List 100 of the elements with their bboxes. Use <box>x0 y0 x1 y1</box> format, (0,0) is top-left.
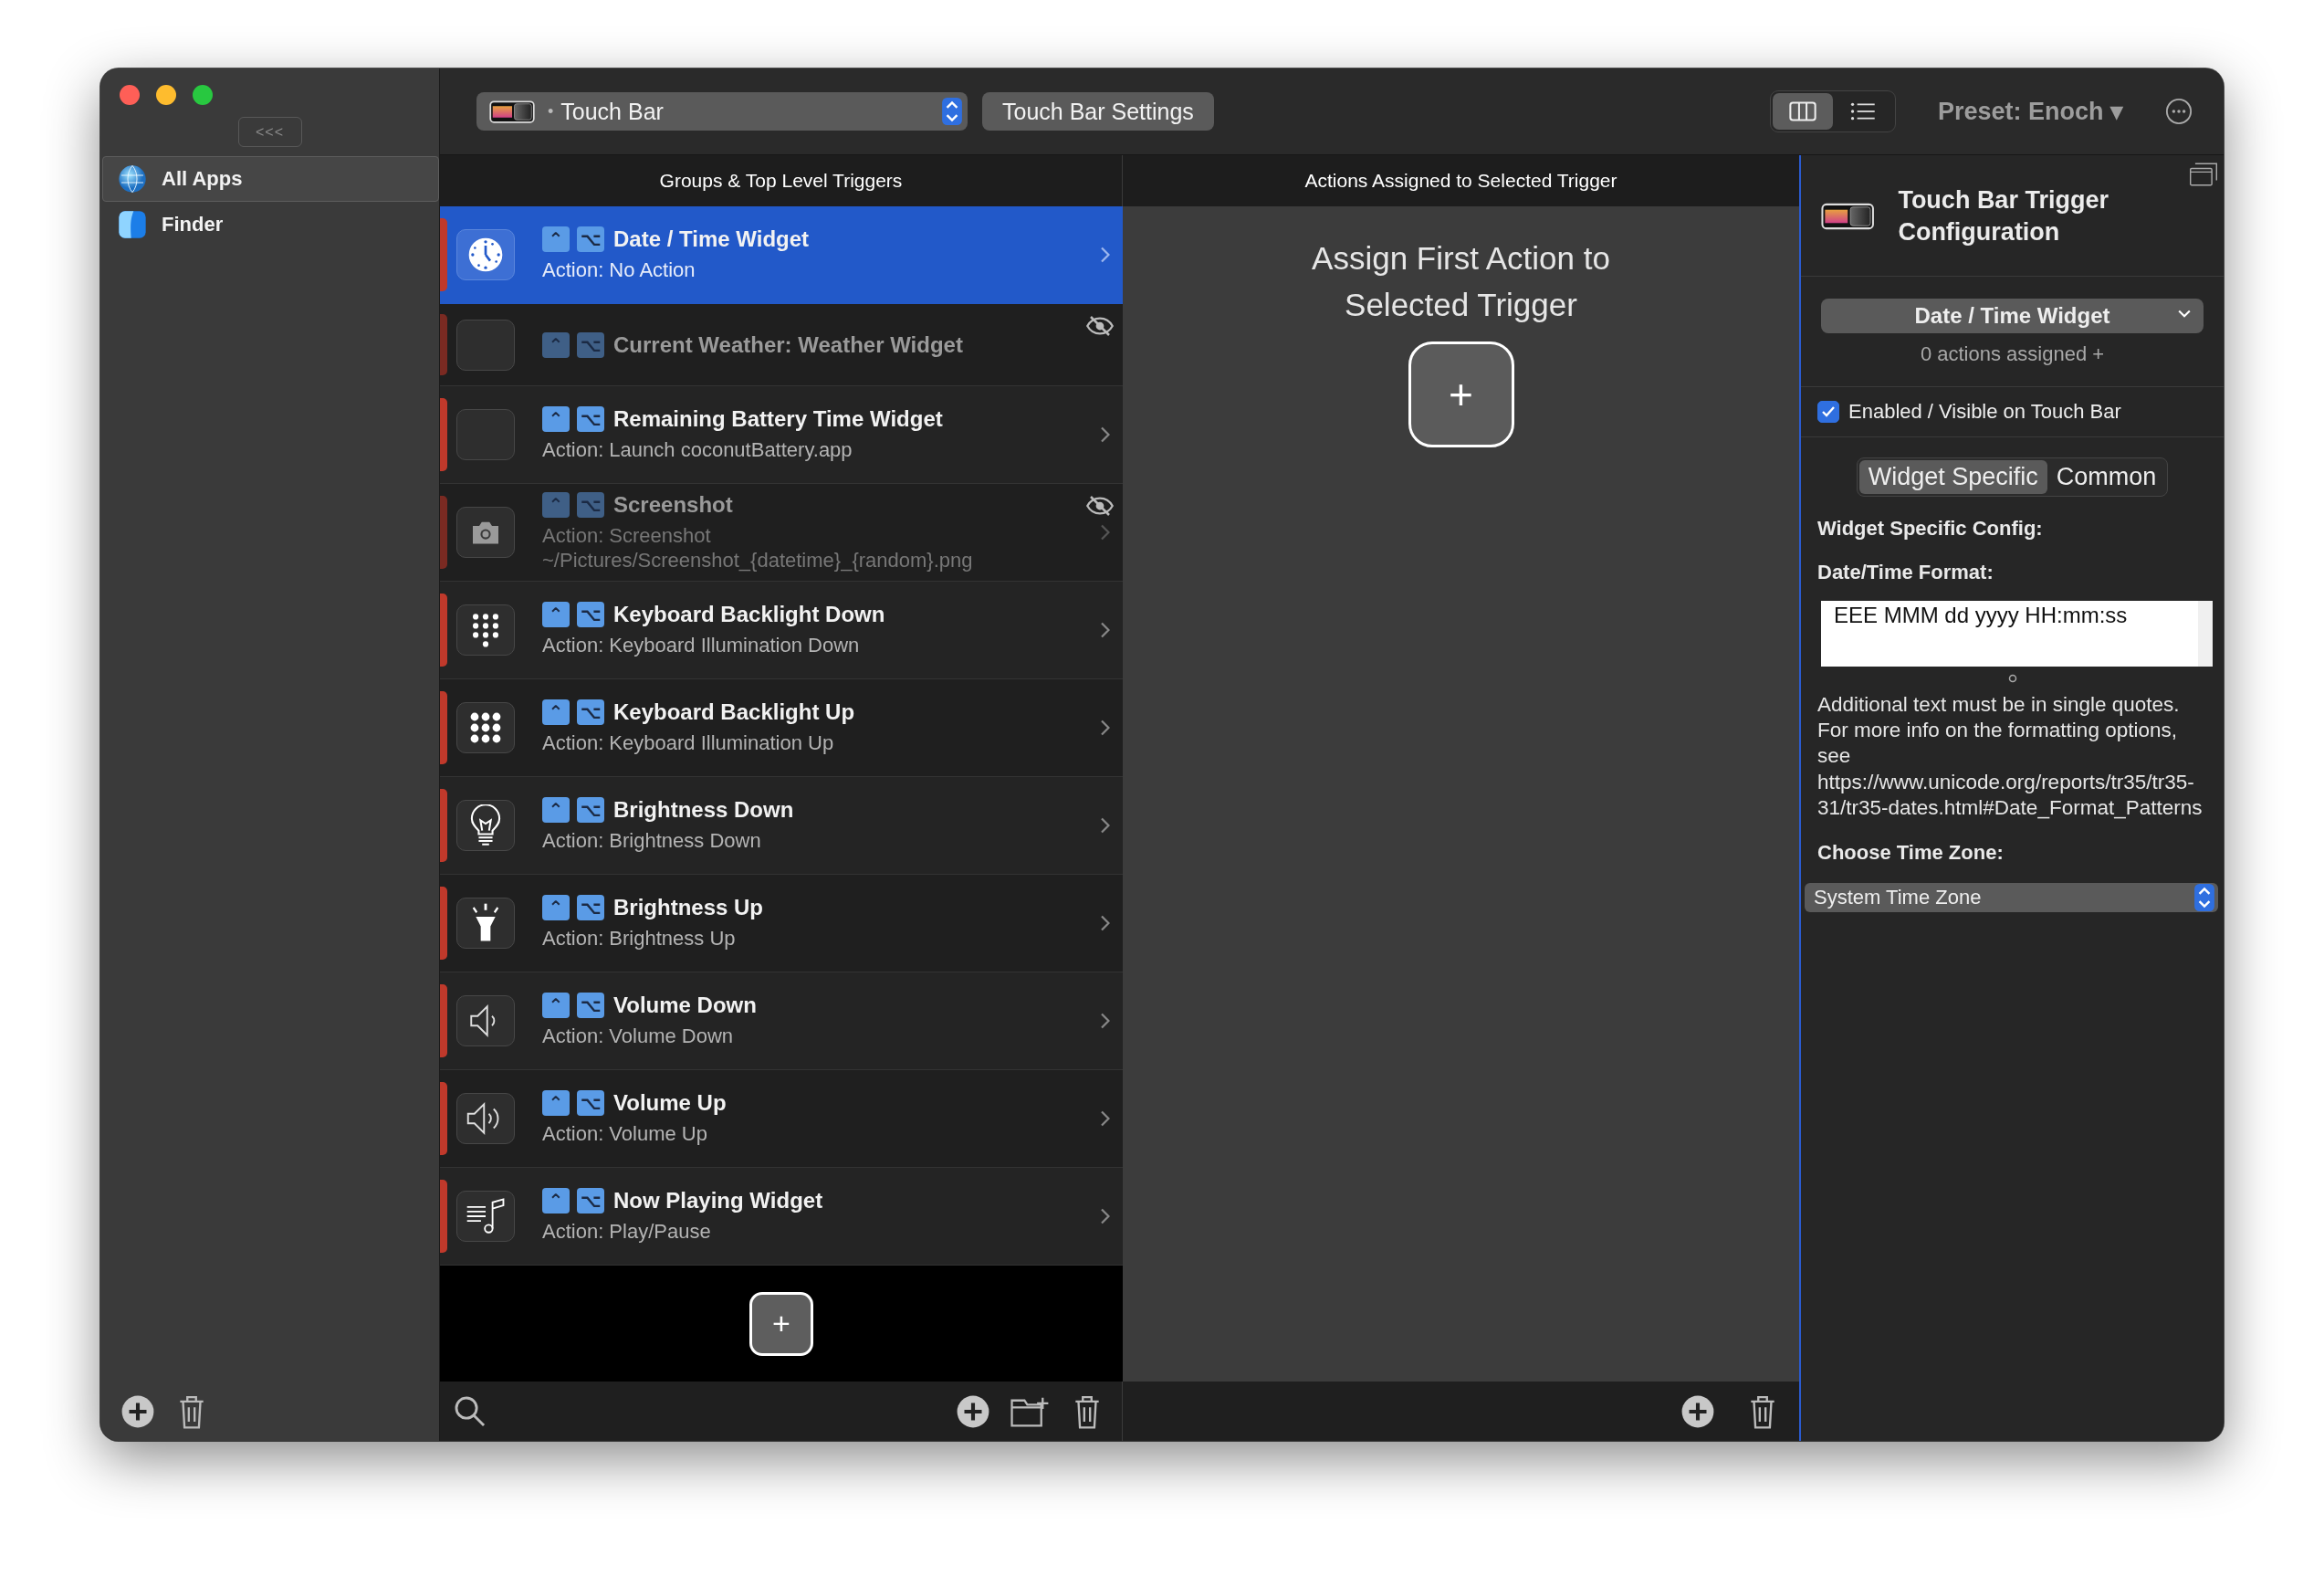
trigger-select[interactable]: Date / Time Widget <box>1821 299 2204 334</box>
chevron-icon <box>1099 720 1110 736</box>
trigger-title: Date / Time Widget <box>613 226 810 253</box>
chevron-icon <box>1099 622 1110 638</box>
section-title: Widget Specific Config: <box>1817 517 2044 541</box>
trigger-action: Action: Keyboard Illumination Up <box>542 730 835 756</box>
date-format-field[interactable]: EEE MMM dd yyyy HH:mm:ss <box>1821 601 2213 667</box>
app-list-item[interactable]: All Apps <box>102 156 439 202</box>
trigger-action: Action: Volume Up <box>542 1121 708 1147</box>
checkbox-label: Enabled / Visible on Touch Bar <box>1848 400 2121 425</box>
field-label: Choose Time Zone: <box>1817 840 2005 865</box>
modifier-key-badge: ⌃ <box>542 1188 570 1214</box>
modifier-key-badge: ⌃ <box>542 797 570 824</box>
modifier-key-badge: ⌥ <box>577 226 604 253</box>
app-name: Finder <box>162 213 224 236</box>
trash-icon[interactable] <box>1748 1393 1777 1429</box>
trigger-row[interactable]: ⌃ ⌥ Keyboard Backlight Up Action: Keyboard Illumination Up <box>440 679 1123 777</box>
preset-menu[interactable]: Preset: Enoch ▾ <box>1937 97 2123 126</box>
stepper-icon[interactable] <box>2194 883 2214 911</box>
app-name: All Apps <box>162 167 243 191</box>
add-action-button[interactable]: + <box>1408 341 1514 447</box>
clock-icon <box>467 236 504 273</box>
hidden-eye-icon <box>1086 495 1114 517</box>
chevron-icon <box>1099 247 1110 263</box>
chevron-icon <box>1099 915 1110 931</box>
columns-icon <box>1788 101 1816 121</box>
close-window-button[interactable] <box>120 85 140 105</box>
trigger-title: Brightness Up <box>613 895 763 921</box>
empty-state-message: Assign First Action to Selected Trigger <box>1311 239 1611 324</box>
trigger-row[interactable]: ⌃ ⌥ Brightness Up Action: Brightness Up <box>440 875 1123 972</box>
add-trigger-button[interactable]: + <box>749 1291 813 1356</box>
trigger-row[interactable]: ⌃ ⌥ Brightness Down Action: Brightness Down <box>440 777 1123 875</box>
trigger-row[interactable]: ⌃ ⌥ Screenshot Action: Screenshot ~/Pictures/Screenshot_{datetime}_{random}.png <box>440 484 1123 582</box>
app-list-item[interactable]: Finder <box>102 202 439 247</box>
window-icon[interactable] <box>2189 163 2218 186</box>
trigger-action: Action: Play/Pause <box>542 1219 712 1245</box>
trigger-row[interactable]: ⌃ ⌥ Remaining Battery Time Widget Action: Launch coconutBattery.app <box>440 386 1123 484</box>
config-tab[interactable]: Common <box>2047 460 2166 495</box>
enabled-checkbox[interactable] <box>1817 401 1839 424</box>
modifier-key-badge: ⌥ <box>577 1188 604 1214</box>
touch-bar-icon <box>489 100 535 123</box>
actions-count-link[interactable]: 0 actions assigned + <box>1920 342 2105 367</box>
chevron-icon <box>1099 524 1110 541</box>
chevron-icon <box>1099 426 1110 443</box>
modifier-key-badge: ⌥ <box>577 491 604 518</box>
more-icon[interactable] <box>2165 98 2193 125</box>
add-icon[interactable] <box>1680 1393 1715 1429</box>
globe-icon <box>118 164 147 194</box>
column-header: Actions Assigned to Selected Trigger <box>1123 155 1799 206</box>
trigger-action: Action: No Action <box>542 257 696 283</box>
trigger-row[interactable]: ⌃ ⌥ Now Playing Widget Action: Play/Pause <box>440 1168 1123 1266</box>
trash-icon[interactable] <box>177 1394 206 1429</box>
trash-icon[interactable] <box>1073 1393 1102 1429</box>
trigger-row[interactable]: ⌃ ⌥ Volume Up Action: Volume Up <box>440 1070 1123 1168</box>
flashlight-icon <box>471 903 500 943</box>
bullet: • <box>548 101 554 121</box>
touch-bar-settings-button[interactable]: Touch Bar Settings <box>982 92 1214 131</box>
trigger-row[interactable]: ⌃ ⌥ Keyboard Backlight Down Action: Keyboard Illumination Down <box>440 582 1123 679</box>
time-zone-select[interactable]: System Time Zone <box>1805 882 2218 912</box>
add-app-icon[interactable] <box>120 1394 155 1429</box>
modifier-key-badge: ⌃ <box>542 406 570 433</box>
minimize-window-button[interactable] <box>156 85 176 105</box>
modifier-key-badge: ⌃ <box>542 895 570 921</box>
modifier-key-badge: ⌃ <box>542 699 570 726</box>
trigger-title: Remaining Battery Time Widget <box>613 406 943 433</box>
zoom-window-button[interactable] <box>193 85 213 105</box>
list-icon <box>1849 101 1876 121</box>
modifier-key-badge: ⌥ <box>577 406 604 433</box>
trigger-title: Now Playing Widget <box>613 1188 823 1214</box>
modifier-key-badge: ⌃ <box>542 491 570 518</box>
app-icon <box>118 210 147 239</box>
trigger-action: Action: Screenshot ~/Pictures/Screenshot_{datetime}_{random}.png <box>542 522 974 573</box>
view-toggle[interactable] <box>1769 90 1896 132</box>
trigger-row[interactable]: ⌃ ⌥ Current Weather: Weather Widget <box>440 304 1123 386</box>
trigger-action: Action: Brightness Down <box>542 828 762 854</box>
trigger-icon-tile <box>456 409 515 460</box>
trigger-row[interactable]: ⌃ ⌥ Volume Down Action: Volume Down <box>440 972 1123 1070</box>
modifier-key-badge: ⌥ <box>577 797 604 824</box>
device-select[interactable]: • Touch Bar <box>476 92 968 131</box>
chevron-icon <box>1099 1208 1110 1224</box>
trigger-marker <box>440 313 447 376</box>
checkmark-icon <box>1821 405 1836 419</box>
trigger-title: Current Weather: Weather Widget <box>613 331 963 358</box>
modifier-key-badge: ⌃ <box>542 602 570 628</box>
chevron-icon <box>1099 1110 1110 1127</box>
resize-handle-icon[interactable] <box>2007 674 2017 684</box>
config-tab[interactable]: Widget Specific <box>1858 460 2047 495</box>
help-text: Additional text must be in single quotes. For more info on the formatting options, see https://www.unicode.org/reports/tr35/tr35-31/tr35-dates.html#Date_Format_Patterns <box>1817 692 2204 821</box>
trigger-action: Action: Volume Down <box>542 1024 735 1049</box>
modifier-key-badge: ⌥ <box>577 331 604 358</box>
stepper-icon[interactable] <box>942 98 962 125</box>
trigger-title: Keyboard Backlight Down <box>613 602 885 628</box>
view-toggle-segment[interactable] <box>1772 93 1833 130</box>
trigger-icon-tile <box>456 319 515 371</box>
chevron-icon <box>1099 1013 1110 1029</box>
modifier-key-badge: ⌥ <box>577 993 604 1019</box>
trigger-row[interactable]: ⌃ ⌥ Date / Time Widget Action: No Action <box>440 206 1123 304</box>
modifier-key-badge: ⌃ <box>542 226 570 253</box>
collapse-sidebar-button[interactable]: <<< <box>237 117 302 147</box>
add-icon[interactable] <box>956 1393 990 1429</box>
